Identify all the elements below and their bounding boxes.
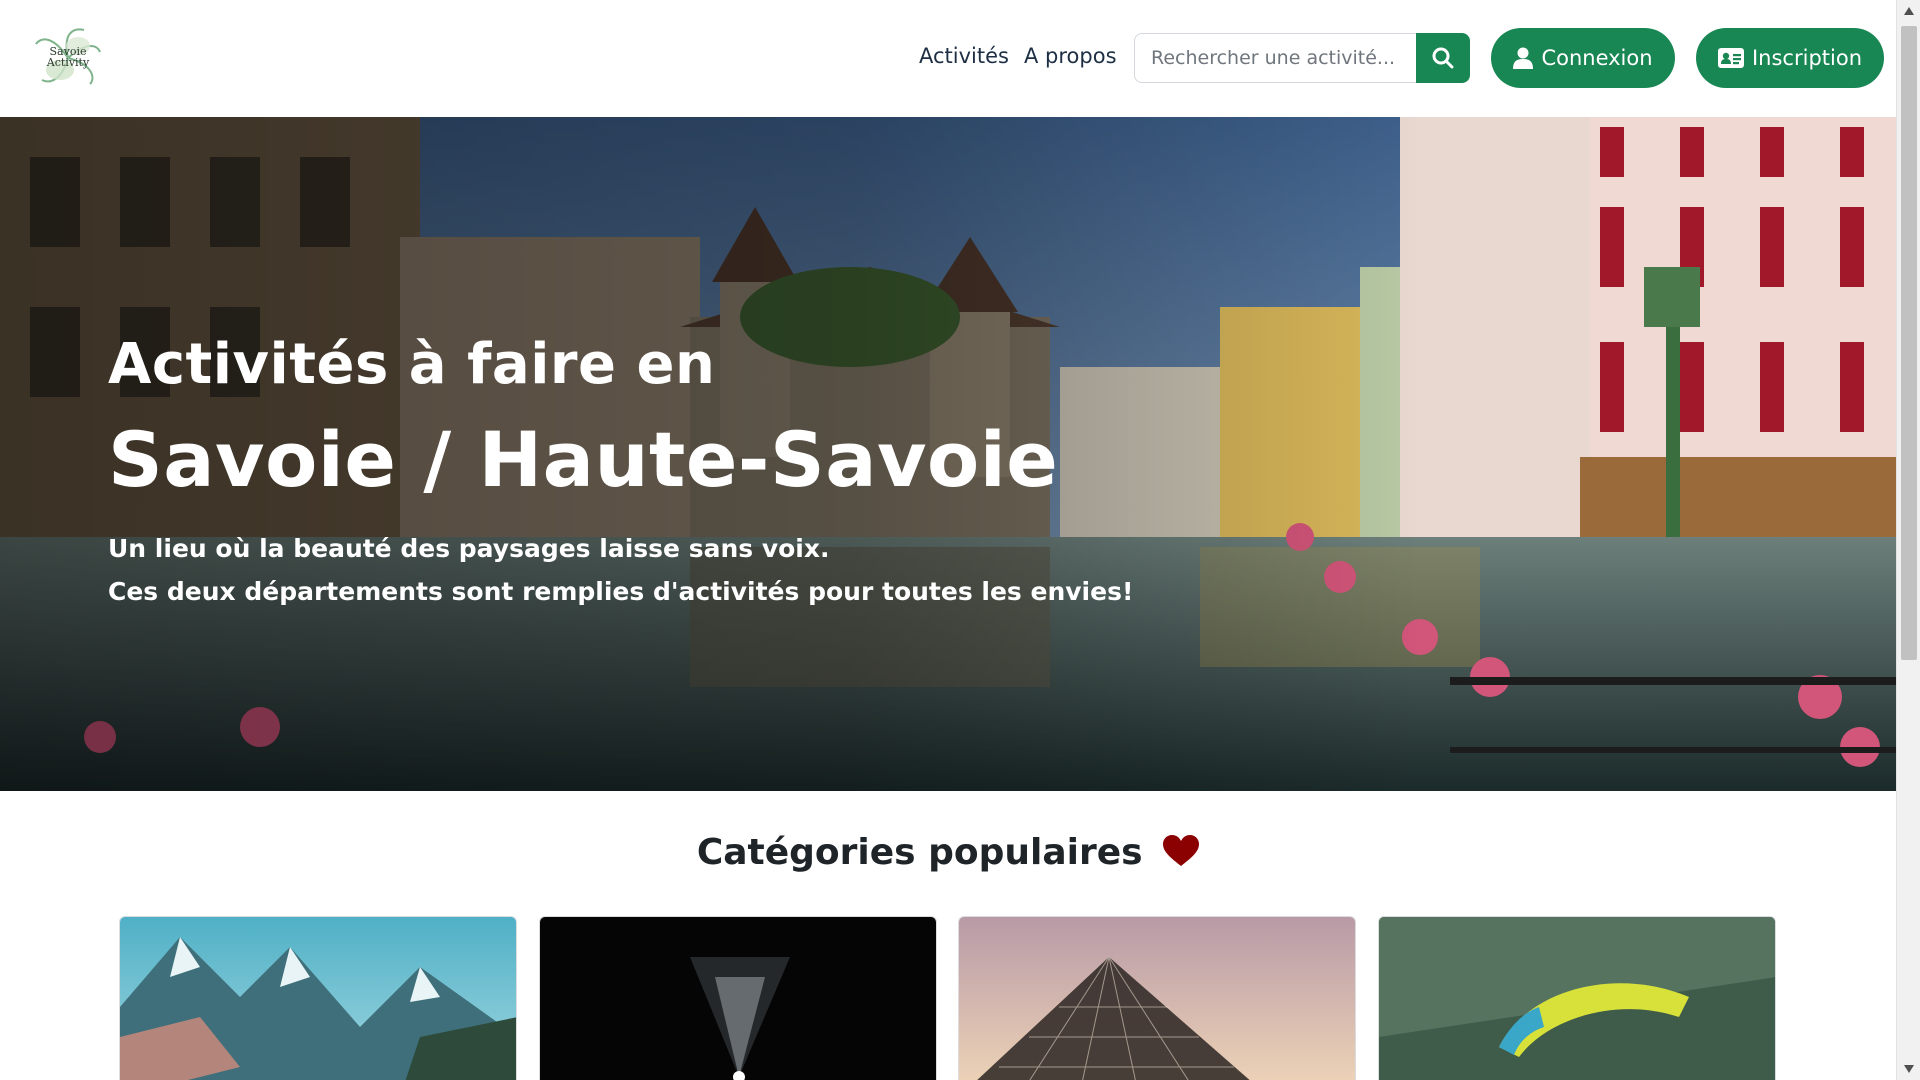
search-input[interactable] xyxy=(1134,33,1417,83)
scroll-down-button[interactable] xyxy=(1897,1058,1920,1080)
heart-icon xyxy=(1163,835,1200,866)
category-card-museum[interactable] xyxy=(958,916,1356,1080)
caret-up-icon xyxy=(1904,7,1914,15)
category-card-mountains[interactable] xyxy=(119,916,517,1080)
category-card-cinema[interactable] xyxy=(539,916,937,1080)
login-button[interactable]: Connexion xyxy=(1491,28,1675,88)
id-card-icon xyxy=(1717,48,1744,68)
hero-title-line1: Activités à faire en xyxy=(108,332,716,397)
hero-subtitle-line2: Ces deux départements sont remplies d'ac… xyxy=(108,577,1134,606)
caret-down-icon xyxy=(1904,1065,1914,1073)
search-form xyxy=(1134,33,1470,83)
hero-subtitle-line1: Un lieu où la beauté des paysages laisse… xyxy=(108,534,830,563)
search-icon xyxy=(1432,47,1454,69)
login-label: Connexion xyxy=(1541,46,1653,70)
search-button[interactable] xyxy=(1416,33,1470,83)
nav-link-activites[interactable]: Activités xyxy=(919,44,1009,68)
hero-banner: Activités à faire en Savoie / Haute-Savo… xyxy=(0,117,1896,791)
mountain-photo xyxy=(120,917,516,1080)
user-icon xyxy=(1513,47,1534,69)
page-scrollbar[interactable] xyxy=(1896,0,1920,1080)
signup-button[interactable]: Inscription xyxy=(1696,28,1884,88)
nav-link-apropos[interactable]: A propos xyxy=(1024,44,1117,68)
scroll-thumb[interactable] xyxy=(1901,26,1917,660)
signup-label: Inscription xyxy=(1751,46,1862,70)
category-card-paragliding[interactable] xyxy=(1378,916,1776,1080)
scroll-up-button[interactable] xyxy=(1897,0,1920,22)
logo-text-line2: Activity xyxy=(46,56,90,69)
pyramid-photo xyxy=(959,917,1355,1080)
hero-title-line2: Savoie / Haute-Savoie xyxy=(108,415,1059,504)
navbar: Savoie Activity Activités A propos Conne… xyxy=(0,0,1896,117)
cinema-photo xyxy=(540,917,936,1080)
categories-heading-text: Catégories populaires xyxy=(696,832,1143,873)
site-logo[interactable]: Savoie Activity xyxy=(32,24,104,92)
paraglider-photo xyxy=(1379,917,1775,1080)
categories-heading: Catégories populaires xyxy=(0,832,1896,873)
